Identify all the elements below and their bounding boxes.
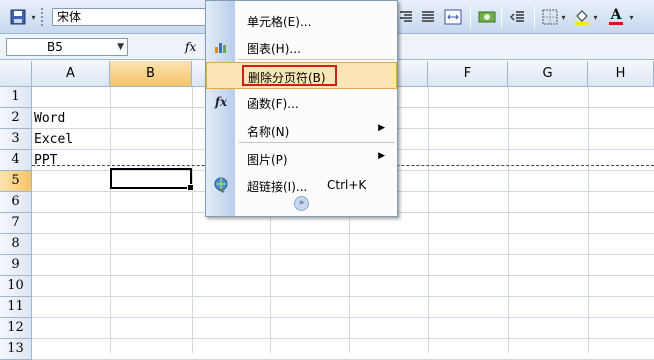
- menu-item-5[interactable]: 名称(N) ▶: [206, 117, 397, 144]
- menu-item-7[interactable]: 超链接(I)... Ctrl+K: [206, 172, 397, 199]
- fill-color-dropdown-icon[interactable]: ▾: [590, 8, 600, 26]
- font-color-dropdown-icon[interactable]: ▾: [626, 8, 636, 26]
- menu-item-1[interactable]: 单元格(E)...: [206, 7, 397, 34]
- menu-item-3[interactable]: 删除分页符(B): [206, 62, 397, 89]
- insert-function-label[interactable]: fx: [185, 40, 196, 54]
- font-color-glyph: A: [610, 7, 622, 23]
- menu-item-label: 名称(N): [247, 125, 290, 139]
- font-name-box[interactable]: 宋体: [52, 8, 207, 26]
- chart-icon: [212, 38, 230, 56]
- cell-a3[interactable]: Excel: [34, 129, 73, 150]
- insert-menu: » 单元格(E)... 图表(H)... 删除分页符(B) fx 函数(F)... 名称(…: [205, 0, 398, 217]
- save-icon[interactable]: [8, 8, 28, 26]
- column-header-g[interactable]: G: [508, 61, 588, 87]
- menu-separator: [239, 59, 395, 60]
- column-header-f[interactable]: F: [428, 61, 508, 87]
- row-header-6[interactable]: 6: [0, 192, 32, 213]
- toolbar-grip[interactable]: [41, 8, 44, 26]
- decrease-indent-icon[interactable]: [508, 8, 528, 26]
- column-header-h[interactable]: H: [588, 61, 654, 87]
- menu-item-shortcut: Ctrl+K: [327, 178, 367, 192]
- menu-item-2[interactable]: 图表(H)...: [206, 34, 397, 61]
- cell-a4[interactable]: PPT: [34, 150, 57, 171]
- toolbar-separator: [534, 6, 535, 28]
- row-header-12[interactable]: 12: [0, 318, 32, 339]
- submenu-arrow-icon: ▶: [378, 151, 385, 161]
- menu-separator: [239, 142, 395, 143]
- row-gridline: [32, 317, 654, 318]
- menu-item-label: 函数(F)...: [247, 97, 299, 111]
- toolbar-separator: [501, 6, 502, 28]
- menu-item-label: 单元格(E)...: [247, 15, 312, 29]
- column-gridline: [428, 87, 429, 353]
- fill-color-icon[interactable]: [572, 8, 592, 26]
- font-color-swatch: [609, 22, 623, 25]
- function-icon: fx: [214, 95, 228, 109]
- row-header-2[interactable]: 2: [0, 108, 32, 129]
- row-header-13[interactable]: 13: [0, 339, 32, 360]
- row-header-3[interactable]: 3: [0, 129, 32, 150]
- row-header-1[interactable]: 1: [0, 87, 32, 108]
- name-box-value: B5: [47, 40, 63, 54]
- menu-item-label: 超链接(I)...: [247, 180, 308, 194]
- row-header-8[interactable]: 8: [0, 234, 32, 255]
- align-justify-icon[interactable]: [418, 8, 438, 26]
- row-header-7[interactable]: 7: [0, 213, 32, 234]
- row-header-11[interactable]: 11: [0, 297, 32, 318]
- column-gridline: [508, 87, 509, 353]
- row-gridline: [32, 296, 654, 297]
- row-header-4[interactable]: 4: [0, 150, 32, 171]
- row-header-10[interactable]: 10: [0, 276, 32, 297]
- row-gridline: [32, 338, 654, 339]
- row-gridline: [32, 254, 654, 255]
- menu-item-label: 图片(P): [247, 153, 288, 167]
- currency-icon[interactable]: [477, 8, 497, 26]
- submenu-arrow-icon: ▶: [378, 123, 385, 133]
- merge-center-icon[interactable]: [443, 8, 463, 26]
- hyperlink-icon: [212, 176, 230, 194]
- menu-item-4[interactable]: fx 函数(F)...: [206, 89, 397, 116]
- name-box[interactable]: B5 ▼: [6, 38, 128, 56]
- name-box-dropdown-icon[interactable]: ▼: [117, 39, 124, 55]
- borders-icon[interactable]: [540, 8, 560, 26]
- row-header-9[interactable]: 9: [0, 255, 32, 276]
- column-header-a[interactable]: A: [32, 61, 110, 87]
- menu-item-label: 图表(H)...: [247, 42, 301, 56]
- row-gridline: [32, 275, 654, 276]
- toolbar-options-icon[interactable]: ▾: [28, 8, 38, 26]
- row-gridline: [32, 233, 654, 234]
- font-color-icon[interactable]: A: [606, 8, 626, 26]
- cell-a2[interactable]: Word: [34, 108, 65, 129]
- menu-item-label: 删除分页符(B): [248, 71, 326, 85]
- column-header-b[interactable]: B: [110, 61, 192, 87]
- toolbar-separator: [470, 6, 471, 28]
- align-right-icon[interactable]: [396, 8, 416, 26]
- active-cell-b5[interactable]: [110, 168, 194, 191]
- column-gridline: [192, 87, 193, 353]
- menu-item-6[interactable]: 图片(P) ▶: [206, 145, 397, 172]
- column-gridline: [588, 87, 589, 353]
- row-header-5[interactable]: 5: [0, 171, 32, 192]
- select-all-corner[interactable]: [0, 61, 32, 87]
- borders-dropdown-icon[interactable]: ▾: [558, 8, 568, 26]
- column-gridline: [110, 87, 111, 353]
